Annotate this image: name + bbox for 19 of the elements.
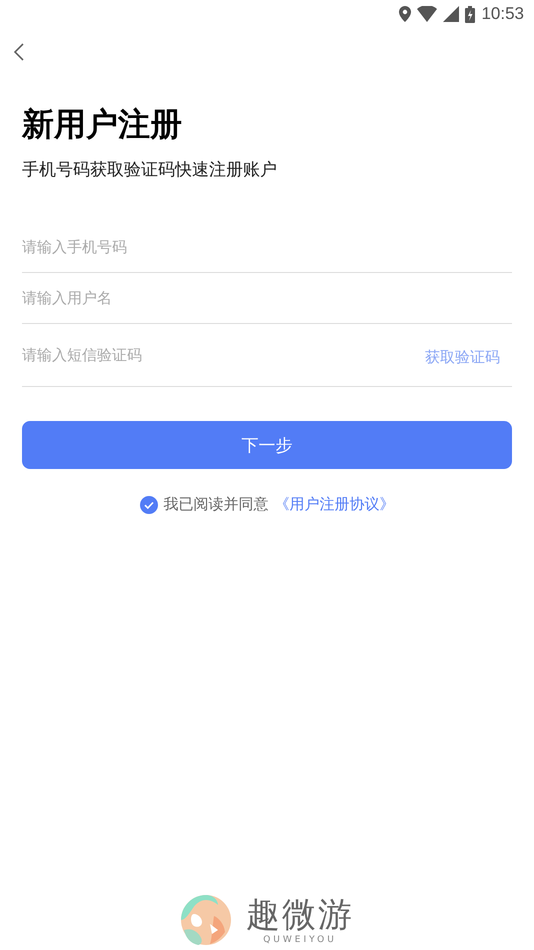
signal-icon <box>443 6 460 22</box>
status-time: 10:53 <box>481 4 524 24</box>
input-field[interactable]: 请输入短信验证码 <box>22 346 425 364</box>
agreement-text: 我已阅读并同意 <box>164 495 268 514</box>
logo-name: 趣微游 <box>246 895 354 935</box>
get-code-button[interactable]: 获取验证码 <box>425 348 512 366</box>
input-field[interactable]: 请输入用户名 <box>22 289 512 307</box>
logo-tagline: QUWEIYOU <box>263 935 337 945</box>
checkbox[interactable] <box>140 496 158 514</box>
battery-icon <box>465 6 476 22</box>
location-icon <box>399 6 412 22</box>
wifi-icon <box>417 6 438 22</box>
logo-icon <box>180 894 232 946</box>
agreement-link[interactable]: 《用户注册协议》 <box>274 495 394 514</box>
back-icon[interactable] <box>12 42 26 62</box>
page-subtitle: 手机号码获取验证码快速注册账户 <box>22 159 278 182</box>
next-button[interactable]: 下一步 <box>22 421 512 469</box>
page-title: 新用户注册 <box>22 104 183 144</box>
input-field[interactable]: 请输入手机号码 <box>22 238 512 256</box>
